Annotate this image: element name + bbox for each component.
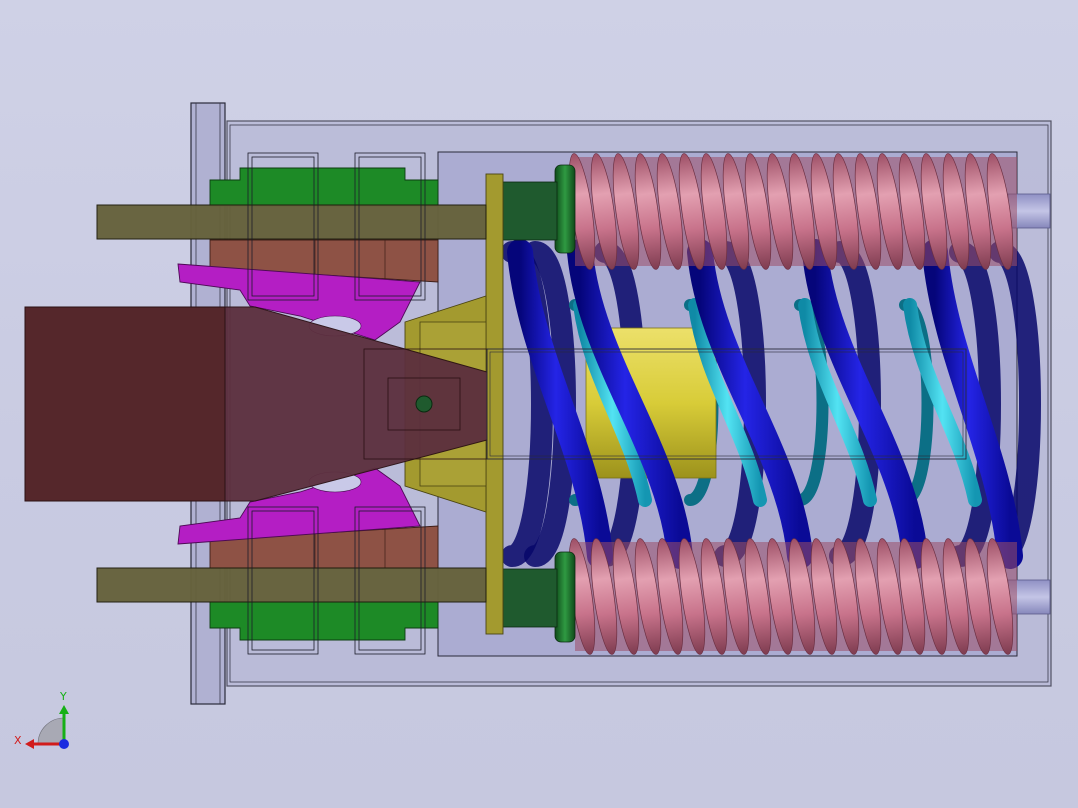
cad-3d-viewport[interactable]: Y X (0, 0, 1078, 808)
spring-end-cap-top[interactable] (554, 164, 576, 254)
pink-spring-top[interactable] (564, 152, 1018, 271)
y-axis-arrow-head (59, 705, 69, 714)
x-axis-label: X (14, 734, 22, 747)
x-axis-arrow-head (25, 739, 34, 749)
stud-top[interactable] (502, 181, 558, 241)
stud-bottom[interactable] (502, 568, 558, 628)
terminal-pin-bottom[interactable] (96, 567, 487, 603)
spring-end-cap-bottom[interactable] (554, 551, 576, 643)
green-block-top[interactable] (209, 167, 439, 207)
pink-spring-bottom[interactable] (564, 537, 1018, 656)
y-axis-label: Y (59, 690, 67, 703)
orientation-triad[interactable]: Y X (14, 690, 69, 749)
pivot-pin[interactable] (415, 395, 433, 413)
terminal-pin-top[interactable] (96, 204, 487, 240)
model-canvas[interactable]: Y X (0, 0, 1078, 808)
z-axis-dot (59, 739, 69, 749)
green-block-bottom[interactable] (209, 601, 439, 641)
